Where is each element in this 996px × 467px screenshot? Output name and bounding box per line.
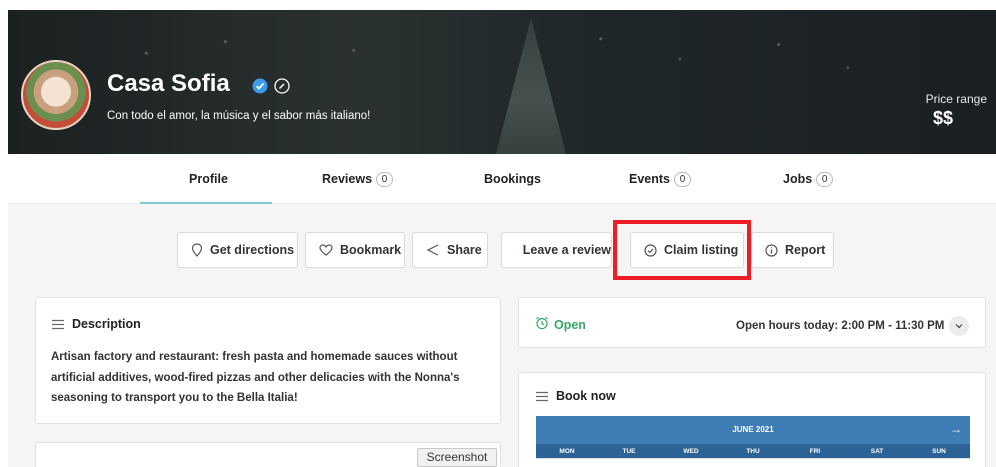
weekday-label: THU <box>746 448 760 455</box>
description-line: artificial additives, wood-fired pizzas … <box>51 371 460 384</box>
heart-icon <box>319 244 333 256</box>
weekday-label: SAT <box>870 448 884 455</box>
weekday-label: MON <box>559 448 575 455</box>
button-label: Get directions <box>210 243 295 257</box>
button-label: Share <box>447 243 482 257</box>
comment-icon <box>515 249 516 251</box>
open-hours-text: Open hours today: 2:00 PM - 11:30 PM <box>736 320 945 332</box>
menu-lines-icon <box>536 391 548 402</box>
location-pin-icon <box>191 243 203 257</box>
chevron-down-icon <box>955 324 963 329</box>
tab-label: Jobs <box>783 172 813 186</box>
tab-label: Reviews <box>322 172 373 186</box>
edit-icon[interactable] <box>274 78 290 94</box>
description-line: seasoning to transport you to the Bella … <box>51 392 298 404</box>
tab-label: Events <box>629 172 670 186</box>
book-now-title: Book now <box>556 389 616 403</box>
menu-lines-icon <box>52 319 64 330</box>
bookmark-button[interactable]: Bookmark <box>305 232 405 268</box>
calendar-grid[interactable] <box>536 458 970 467</box>
calendar-month: JUNE 2021 <box>732 425 774 434</box>
price-range-value: $$ <box>932 108 953 128</box>
profile-tabs: Profile Reviews 0 Bookings Events 0 Jobs 0 <box>8 154 996 204</box>
description-title: Description <box>72 317 141 331</box>
weekday-label: SUN <box>932 448 946 455</box>
tab-bookings[interactable]: Bookings <box>484 172 541 186</box>
count-badge: 0 <box>816 172 834 187</box>
tab-label: Bookings <box>484 172 541 186</box>
expand-hours-button[interactable] <box>949 316 969 336</box>
get-directions-button[interactable]: Get directions <box>177 232 298 268</box>
report-button[interactable]: Report <box>751 232 834 268</box>
description-text: Artisan factory and restaurant: fresh pa… <box>51 347 491 409</box>
tab-label: Profile <box>189 172 228 186</box>
leave-review-button[interactable]: Leave a review <box>501 232 612 268</box>
weekday-label: WED <box>683 448 699 455</box>
tab-reviews[interactable]: Reviews 0 <box>322 172 394 187</box>
avatar[interactable] <box>21 60 91 130</box>
button-label: Leave a review <box>522 243 611 257</box>
screenshot-tooltip: Screenshot <box>417 448 497 467</box>
tab-events[interactable]: Events 0 <box>629 172 691 187</box>
count-badge: 0 <box>376 172 394 187</box>
share-icon <box>426 244 439 256</box>
page-subtitle: Con todo el amor, la música y el sabor m… <box>107 110 371 122</box>
tab-jobs[interactable]: Jobs 0 <box>783 172 834 187</box>
count-badge: 0 <box>674 172 691 187</box>
claim-listing-highlight <box>613 220 751 280</box>
weekday-label: TUE <box>622 448 636 455</box>
tab-profile[interactable]: Profile <box>189 172 228 186</box>
info-icon <box>765 243 778 257</box>
verified-badge-icon <box>252 78 268 94</box>
page-title: Casa Sofia <box>107 70 230 97</box>
next-month-arrow-icon[interactable]: → <box>950 422 962 436</box>
open-status: Open <box>554 318 586 332</box>
price-range-label: Price range <box>925 92 987 106</box>
button-label: Report <box>785 243 826 257</box>
weekday-label: FRI <box>809 448 821 455</box>
button-label: Bookmark <box>340 243 402 257</box>
calendar-header: JUNE 2021 → <box>536 416 970 444</box>
alarm-clock-icon <box>536 316 548 330</box>
description-line: Artisan factory and restaurant: fresh pa… <box>51 351 458 363</box>
share-button[interactable]: Share <box>412 232 488 268</box>
